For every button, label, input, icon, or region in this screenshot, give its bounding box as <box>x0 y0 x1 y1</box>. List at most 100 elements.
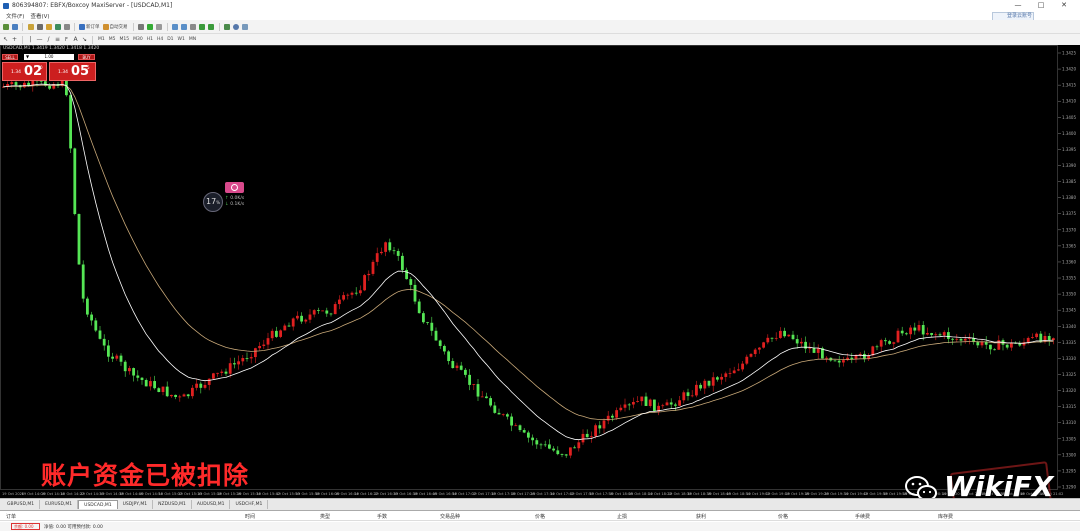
col-symbol: 交易品种 <box>440 514 461 520</box>
timeframe-d1[interactable]: D1 <box>166 35 174 44</box>
candle-body <box>879 340 883 347</box>
moving-average-slow <box>3 84 1054 421</box>
trendline-tool[interactable]: / <box>45 35 52 44</box>
new-chart-button[interactable] <box>2 22 9 31</box>
timeframe-m5[interactable]: M5 <box>108 35 117 44</box>
price-label: 1.3420 <box>1062 67 1076 72</box>
line-chart-button[interactable] <box>156 22 163 31</box>
close-button[interactable]: ✕ <box>1054 0 1074 11</box>
candle-body <box>94 320 98 331</box>
channel-tool[interactable]: ≡ <box>54 35 61 44</box>
candle-body <box>947 332 950 339</box>
indicators-button[interactable] <box>224 22 231 31</box>
tab-usdjpy[interactable]: USDJPY,M1 <box>118 500 154 509</box>
candle-body <box>485 396 488 399</box>
menu-file[interactable]: 文件(F) <box>6 12 24 20</box>
tile-windows-button[interactable] <box>190 22 197 31</box>
autoscroll-button[interactable] <box>199 22 206 31</box>
menu-view[interactable]: 查看(V) <box>30 12 49 20</box>
text-icon: A <box>73 36 78 43</box>
horizontal-line-tool[interactable]: — <box>36 35 43 44</box>
candle-body <box>161 386 165 393</box>
candle-body <box>354 292 358 294</box>
timeframe-m30[interactable]: M30 <box>132 35 144 44</box>
tab-usdchf[interactable]: USDCHF,M1 <box>230 500 269 509</box>
timeframe-m15[interactable]: M15 <box>119 35 131 44</box>
chart-window[interactable]: 1.3425 1.3420 1.3415 1.3410 1.3405 1.3400 1.33… <box>0 45 1080 517</box>
data-window-button[interactable] <box>36 22 43 31</box>
tab-gbpusd[interactable]: GBPUSD,M1 <box>2 500 41 509</box>
candle-body <box>338 299 341 305</box>
navigator-button[interactable] <box>45 22 52 31</box>
price-chart[interactable]: 1.34251.34201.34151.34101.34051.34001.33… <box>0 45 1080 498</box>
new-order-button[interactable]: 新订单 <box>79 22 101 31</box>
candle-body <box>619 407 623 411</box>
buy-price-button[interactable]: 1.34 05 5 <box>49 62 96 81</box>
arrows-tool[interactable]: ↘ <box>81 35 88 44</box>
maximize-button[interactable]: □ <box>1031 0 1051 11</box>
candle-body <box>329 313 333 315</box>
candle-body <box>774 337 778 339</box>
candle-body <box>850 357 854 360</box>
chart-shift-button[interactable] <box>208 22 215 31</box>
auto-trading-button[interactable]: 自动交易 <box>102 22 129 31</box>
cpu-gauge[interactable]: 17% <box>203 192 223 212</box>
overlay-annotation: 账户资金已被扣除 <box>41 461 250 490</box>
candle-body <box>644 396 648 406</box>
candle-body <box>367 273 371 276</box>
sell-price-button[interactable]: 1.34 02 0 <box>2 62 47 81</box>
candle-body <box>291 318 295 327</box>
candle-body <box>632 402 635 405</box>
candle-body <box>732 370 736 374</box>
cursor-tool[interactable]: ↖ <box>2 35 9 44</box>
candle-body <box>816 348 820 353</box>
candle-body <box>359 290 362 294</box>
timeframe-w1[interactable]: W1 <box>177 35 186 44</box>
bar-chart-button[interactable] <box>138 22 145 31</box>
tab-usdcad[interactable]: USDCAD,M1 <box>78 500 118 509</box>
periods-button[interactable] <box>233 22 240 31</box>
candle-body <box>804 341 807 349</box>
vertical-line-tool[interactable]: | <box>27 35 34 44</box>
candle-body <box>963 338 967 341</box>
candle-chart-button[interactable] <box>147 22 154 31</box>
candle-body <box>216 372 219 374</box>
candle-body <box>951 338 954 340</box>
price-label: 1.3400 <box>1062 131 1076 136</box>
timeframe-mn[interactable]: MN <box>188 35 197 44</box>
candle-body <box>258 345 261 349</box>
crosshair-tool[interactable]: + <box>11 35 18 44</box>
drawing-toolbar: ↖ + | — / ≡ F A ↘ M1 M5 M15 M30 H1 H4 D1… <box>0 34 1080 45</box>
fibonacci-tool[interactable]: F <box>63 35 70 44</box>
zoom-out-button[interactable] <box>181 22 188 31</box>
minimize-button[interactable]: — <box>1008 0 1028 11</box>
sell-button[interactable]: SELL <box>2 54 18 60</box>
timeframe-h4[interactable]: H4 <box>156 35 164 44</box>
terminal-panel: 订单 时间 类型 手数 交易品种 价格 止损 获利 价格 手续费 库存费 余额:… <box>0 510 1080 532</box>
templates-button[interactable] <box>242 22 249 31</box>
candle-body <box>980 341 984 346</box>
balance-value: 余额: 0.00 <box>11 523 40 530</box>
buy-button[interactable]: BUY <box>78 54 95 60</box>
lot-size-input[interactable]: 1.00 <box>24 54 74 60</box>
profiles-button[interactable] <box>11 22 18 31</box>
floating-widget-icon[interactable] <box>225 182 244 193</box>
balance-row[interactable]: 余额: 0.00 净值: 0.00 可用预付款: 0.00 <box>0 522 1080 531</box>
tab-nzdusd[interactable]: NZDUSD,M1 <box>153 500 192 509</box>
strategy-tester-button[interactable] <box>63 22 70 31</box>
tab-audusd[interactable]: AUDUSD,M1 <box>192 500 231 509</box>
candle-body <box>195 383 198 388</box>
timeframe-h1[interactable]: H1 <box>146 35 154 44</box>
text-tool[interactable]: A <box>72 35 79 44</box>
timeframe-m1[interactable]: M1 <box>97 35 106 44</box>
candle-body <box>254 348 257 358</box>
market-watch-button[interactable] <box>27 22 34 31</box>
terminal-button[interactable] <box>54 22 61 31</box>
tab-eurusd[interactable]: EURUSD,M1 <box>40 500 79 509</box>
lot-dropdown-icon[interactable]: ▼ <box>26 54 29 60</box>
one-click-trading-panel: SELL 1.00 ▼ BUY 1.34 02 0 1.34 05 5 <box>0 53 96 85</box>
price-label: 1.3330 <box>1062 356 1076 361</box>
candle-body <box>989 344 992 350</box>
zoom-in-button[interactable] <box>172 22 179 31</box>
candle-body <box>842 360 845 363</box>
